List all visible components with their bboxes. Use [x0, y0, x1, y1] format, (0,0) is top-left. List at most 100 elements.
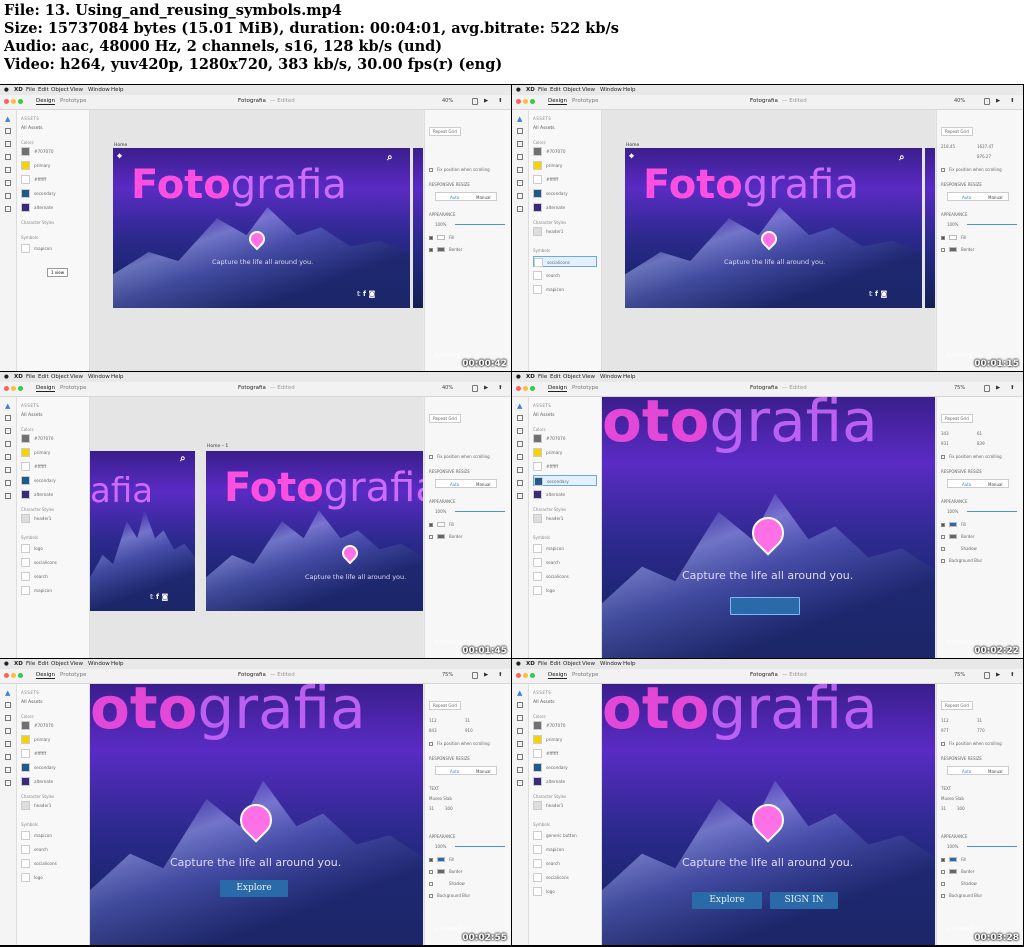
fix-position-checkbox[interactable] — [429, 742, 433, 746]
menu-item-object[interactable]: Object — [563, 661, 581, 667]
border-swatch[interactable] — [437, 869, 445, 874]
text-tool-icon[interactable] — [5, 754, 11, 760]
explore-button[interactable]: Explore — [220, 880, 288, 897]
pen-tool-icon[interactable] — [5, 167, 11, 173]
share-icon[interactable]: ⬆ — [498, 98, 503, 104]
menu-item-help[interactable]: Help — [111, 661, 124, 667]
w-field[interactable]: 770 — [977, 728, 985, 733]
character-style-item[interactable]: header1 — [21, 800, 85, 811]
symbol-item[interactable]: socialicons — [533, 571, 597, 582]
menu-item-window[interactable]: Window — [88, 87, 110, 93]
menu-item-edit[interactable]: Edit — [550, 87, 561, 93]
font-size-field[interactable]: 31 — [941, 806, 946, 811]
tab-prototype[interactable]: Prototype — [572, 98, 599, 104]
zoom-level[interactable]: 40% — [442, 385, 453, 391]
w-field[interactable]: 910 — [465, 728, 473, 733]
device-preview-icon[interactable] — [472, 385, 478, 392]
fix-position-checkbox[interactable] — [429, 168, 433, 172]
all-assets-dropdown[interactable]: All Assets — [21, 413, 83, 421]
menu-item-help[interactable]: Help — [111, 87, 124, 93]
zoom-level[interactable]: 40% — [954, 98, 965, 104]
share-icon[interactable]: ⬆ — [498, 672, 503, 678]
location-icon[interactable]: ⌖ — [117, 152, 122, 162]
menu-item-object[interactable]: Object — [51, 661, 69, 667]
artboard-home-zoomed[interactable]: otografia Capture the life all around you… — [90, 684, 423, 945]
auto-manual-toggle[interactable]: Auto Manual — [947, 479, 1009, 488]
opacity-slider[interactable] — [455, 224, 505, 225]
menu-item-file[interactable]: File — [538, 661, 547, 667]
zoom-window-button[interactable] — [18, 386, 23, 391]
social-icons[interactable]: 𝕥 f ◙ — [357, 290, 375, 298]
select-tool-icon[interactable]: ▲ — [517, 689, 523, 697]
artboard-home[interactable]: Fotografia Capture the life all around yo… — [625, 148, 922, 308]
pen-tool-icon[interactable] — [5, 741, 11, 747]
menu-item-object[interactable]: Object — [51, 374, 69, 380]
border-swatch[interactable] — [949, 869, 957, 874]
color-swatch-item[interactable]: #707070 — [21, 433, 85, 444]
ellipse-tool-icon[interactable] — [5, 715, 11, 721]
rectangle-tool-icon[interactable] — [5, 702, 11, 708]
ellipse-tool-icon[interactable] — [5, 428, 11, 434]
line-tool-icon[interactable] — [5, 728, 11, 734]
menu-item-object[interactable]: Object — [51, 87, 69, 93]
select-tool-icon[interactable]: ▲ — [5, 115, 11, 123]
shadow-checkbox[interactable] — [941, 882, 945, 886]
fix-position-checkbox[interactable] — [941, 742, 945, 746]
font-family-select[interactable]: Museo Slab — [941, 796, 964, 801]
design-canvas[interactable]: Home Fotografia Capture the life all aroun… — [602, 110, 935, 371]
border-swatch[interactable] — [949, 247, 957, 252]
tab-prototype[interactable]: Prototype — [572, 672, 599, 678]
zoom-tool-icon[interactable] — [517, 780, 523, 786]
auto-option[interactable]: Auto — [962, 769, 971, 774]
share-icon[interactable]: ⬆ — [1010, 672, 1015, 678]
share-icon[interactable]: ⬆ — [1010, 385, 1015, 391]
close-window-button[interactable] — [516, 99, 521, 104]
device-preview-icon[interactable] — [472, 98, 478, 105]
symbol-item[interactable]: logo — [533, 585, 597, 596]
color-swatch-item[interactable]: #ffffff — [21, 174, 85, 185]
search-icon[interactable]: ⌕ — [387, 152, 393, 163]
zoom-window-button[interactable] — [18, 673, 23, 678]
menu-item-view[interactable]: View — [70, 87, 83, 93]
menu-item-xd[interactable]: XD — [14, 661, 23, 667]
fill-swatch[interactable] — [437, 857, 445, 862]
close-window-button[interactable] — [4, 99, 9, 104]
color-swatch-item[interactable]: alternate — [533, 489, 597, 500]
menu-item-file[interactable]: File — [26, 374, 35, 380]
color-swatch-item[interactable]: #ffffff — [21, 461, 85, 472]
minimize-window-button[interactable] — [11, 673, 16, 678]
x-field[interactable]: 112 — [429, 718, 437, 723]
zoom-window-button[interactable] — [18, 99, 23, 104]
color-swatch-item[interactable]: alternate — [21, 776, 85, 787]
h-field[interactable]: 843 — [429, 728, 437, 733]
minimize-window-button[interactable] — [523, 386, 528, 391]
symbol-item[interactable]: mapicon — [21, 830, 85, 841]
color-swatch-item[interactable]: alternate — [533, 776, 597, 787]
auto-option[interactable]: Auto — [962, 195, 971, 200]
share-icon[interactable]: ⬆ — [498, 385, 503, 391]
auto-manual-toggle[interactable]: Auto Manual — [435, 192, 497, 201]
artboard-home-1[interactable]: Fotografia Capture the life all around yo… — [206, 451, 423, 611]
color-swatch-item[interactable]: secondary — [533, 762, 597, 773]
menu-item-window[interactable]: Window — [88, 661, 110, 667]
repeat-grid-button[interactable]: Repeat Grid — [941, 127, 973, 136]
manual-option[interactable]: Manual — [476, 195, 491, 200]
menu-item-window[interactable]: Window — [600, 87, 622, 93]
repeat-grid-button[interactable]: Repeat Grid — [941, 414, 973, 423]
zoom-window-button[interactable] — [530, 673, 535, 678]
character-style-item[interactable]: header1 — [533, 226, 597, 237]
manual-option[interactable]: Manual — [988, 482, 1003, 487]
color-swatch-item[interactable]: #707070 — [533, 146, 597, 157]
menu-item-xd[interactable]: XD — [14, 374, 23, 380]
apple-icon[interactable]: ● — [4, 87, 9, 93]
tab-design[interactable]: Design — [548, 385, 567, 392]
zoom-window-button[interactable] — [530, 99, 535, 104]
design-canvas[interactable]: Home Fotografia Capture the life all aroun… — [90, 110, 423, 371]
artboard-tool-icon[interactable] — [5, 480, 11, 486]
menu-item-view[interactable]: View — [70, 661, 83, 667]
artboard-tool-icon[interactable] — [517, 480, 523, 486]
ellipse-tool-icon[interactable] — [517, 715, 523, 721]
y-field[interactable]: 31 — [977, 718, 982, 723]
fill-swatch[interactable] — [437, 235, 445, 240]
w-field[interactable]: 876.27 — [977, 154, 991, 159]
